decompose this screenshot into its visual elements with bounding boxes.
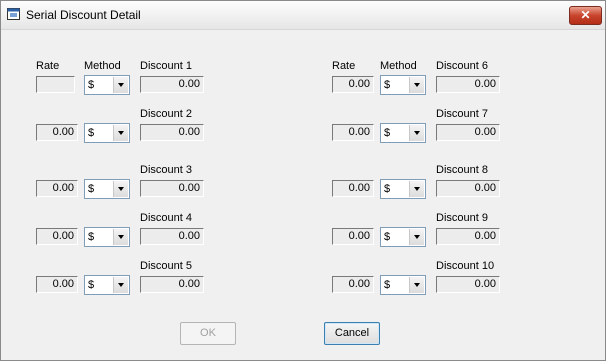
method-select[interactable]: $ [84,179,130,199]
chevron-down-icon[interactable] [409,77,424,93]
method-value: $ [88,279,95,291]
discount-label: Discount 3 [140,164,192,176]
window-app-icon [7,8,20,20]
discount-label: Discount 6 [436,60,488,72]
chevron-down-icon[interactable] [409,277,424,293]
discount-label: Discount 2 [140,108,192,120]
method-select[interactable]: $ [380,75,426,95]
rate-field[interactable]: 0.00 [36,276,78,293]
rate-field[interactable]: 0.00 [332,228,374,245]
chevron-down-icon[interactable] [409,229,424,245]
discount-label: Discount 1 [140,60,192,72]
rate-field[interactable]: 0.00 [332,124,374,141]
chevron-down-icon[interactable] [113,77,128,93]
rate-field[interactable] [36,76,75,93]
method-select[interactable]: $ [84,75,130,95]
cancel-button[interactable]: Cancel [324,322,380,345]
discount-field: 0.00 [140,76,204,93]
chevron-down-icon[interactable] [409,181,424,197]
method-select[interactable]: $ [84,227,130,247]
discount-field: 0.00 [436,180,500,197]
discount-label: Discount 10 [436,260,495,272]
method-value: $ [88,231,95,243]
rate-field[interactable]: 0.00 [332,76,374,93]
chevron-down-icon[interactable] [113,229,128,245]
method-select[interactable]: $ [84,123,130,143]
method-value: $ [384,279,391,291]
rate-field[interactable]: 0.00 [36,124,78,141]
discount-label: Discount 4 [140,212,192,224]
method-select[interactable]: $ [380,227,426,247]
dialog-window: Serial Discount Detail ✕ Rate Method Rat… [0,0,606,361]
close-icon: ✕ [580,8,591,22]
method-value: $ [384,79,391,91]
discount-field: 0.00 [140,180,204,197]
discount-label: Discount 7 [436,108,488,120]
method-value: $ [384,231,391,243]
method-header-left: Method [84,60,121,72]
method-value: $ [384,127,391,139]
rate-field[interactable]: 0.00 [36,228,78,245]
discount-field: 0.00 [140,276,204,293]
discount-field: 0.00 [140,228,204,245]
discount-label: Discount 8 [436,164,488,176]
method-header-right: Method [380,60,417,72]
discount-field: 0.00 [436,124,500,141]
window-title: Serial Discount Detail [26,8,141,22]
rate-header-left: Rate [36,60,60,72]
method-value: $ [384,183,391,195]
discount-field: 0.00 [436,76,500,93]
title-bar: Serial Discount Detail ✕ [1,1,605,30]
ok-button[interactable]: OK [180,322,236,345]
discount-field: 0.00 [436,276,500,293]
chevron-down-icon[interactable] [113,125,128,141]
method-value: $ [88,183,95,195]
method-select[interactable]: $ [380,123,426,143]
discount-label: Discount 9 [436,212,488,224]
rate-field[interactable]: 0.00 [36,180,78,197]
method-value: $ [88,127,95,139]
chevron-down-icon[interactable] [409,125,424,141]
rate-field[interactable]: 0.00 [332,276,374,293]
method-select[interactable]: $ [380,275,426,295]
discount-label: Discount 5 [140,260,192,272]
rate-header-right: Rate [332,60,356,72]
rate-field[interactable]: 0.00 [332,180,374,197]
discount-field: 0.00 [140,124,204,141]
method-select[interactable]: $ [84,275,130,295]
method-select[interactable]: $ [380,179,426,199]
chevron-down-icon[interactable] [113,277,128,293]
method-value: $ [88,79,95,91]
chevron-down-icon[interactable] [113,181,128,197]
close-button[interactable]: ✕ [569,6,602,25]
discount-field: 0.00 [436,228,500,245]
